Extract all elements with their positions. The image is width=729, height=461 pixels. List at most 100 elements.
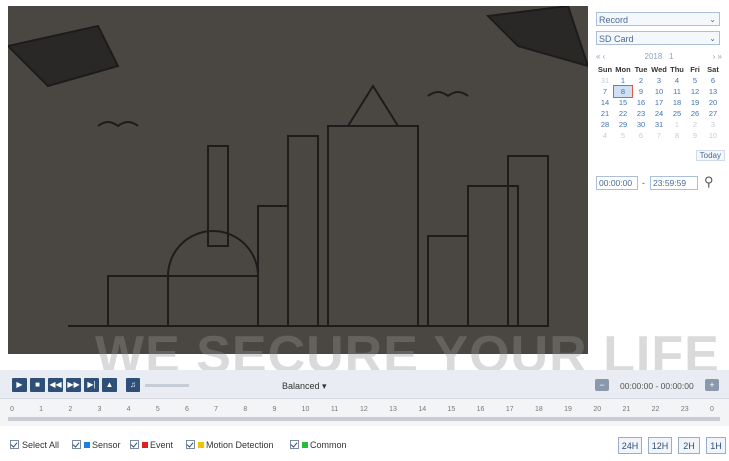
calendar-day[interactable]: 16 bbox=[632, 97, 650, 108]
calendar-day[interactable]: 28 bbox=[596, 119, 614, 130]
calendar-day[interactable]: 23 bbox=[632, 108, 650, 119]
timeline-hour-label: 6 bbox=[185, 406, 189, 413]
zoom-in-button[interactable]: + bbox=[705, 379, 719, 391]
end-time-input[interactable]: 23:59:59 bbox=[650, 176, 698, 190]
stop-button[interactable]: ■ bbox=[30, 378, 45, 392]
event-color-swatch bbox=[142, 442, 148, 448]
calendar-day[interactable]: 8 bbox=[668, 130, 686, 141]
calendar-day[interactable]: 2 bbox=[686, 119, 704, 130]
record-type-value: Record bbox=[599, 15, 629, 25]
timeline-hour-label: 21 bbox=[622, 406, 631, 413]
calendar-day[interactable]: 4 bbox=[668, 75, 686, 86]
calendar-year[interactable]: 2018 bbox=[645, 52, 663, 61]
calendar-weekday: Sat bbox=[707, 65, 719, 74]
calendar-day[interactable]: 12 bbox=[686, 86, 704, 97]
select-all-checkbox[interactable]: Select All bbox=[10, 440, 59, 450]
calendar-day[interactable]: 2 bbox=[632, 75, 650, 86]
video-player[interactable] bbox=[8, 6, 588, 354]
search-sidebar: Record ⌄ SD Card ⌄ « ‹ 2018 1 › » Sun Mon… bbox=[588, 0, 729, 370]
calendar-day[interactable]: 30 bbox=[632, 119, 650, 130]
common-label: Common bbox=[310, 440, 347, 450]
calendar-day[interactable]: 27 bbox=[704, 108, 722, 119]
calendar-weekday: Tue bbox=[634, 65, 648, 74]
timeline-hour-label: 2 bbox=[68, 406, 73, 413]
zoom-out-button[interactable]: − bbox=[595, 379, 609, 391]
timeline-hour-label: 7 bbox=[214, 406, 219, 413]
motion-checkbox[interactable]: Motion Detection bbox=[186, 440, 274, 450]
calendar-day[interactable]: 31 bbox=[596, 75, 614, 86]
calendar-day[interactable]: 7 bbox=[596, 86, 614, 97]
calendar-day[interactable]: 25 bbox=[668, 108, 686, 119]
timeline-hour-label: 9 bbox=[272, 406, 277, 413]
calendar-day[interactable]: 5 bbox=[686, 75, 704, 86]
timeline-hour-label: 11 bbox=[330, 406, 339, 413]
calendar-day[interactable]: 10 bbox=[650, 86, 668, 97]
timeline-hour-label: 14 bbox=[418, 406, 427, 413]
calendar-day[interactable]: 9 bbox=[632, 86, 650, 97]
calendar-day[interactable]: 17 bbox=[650, 97, 668, 108]
calendar-day[interactable]: 26 bbox=[686, 108, 704, 119]
playback-controls: ▶ ■ ◀◀ ▶▶ ▶| ▲ ♫ Balanced ▾ − 00:00:00 -… bbox=[0, 370, 729, 398]
calendar-next-button[interactable]: › » bbox=[713, 52, 722, 64]
calendar-day[interactable]: 22 bbox=[614, 108, 632, 119]
timeline-hour-label: 8 bbox=[243, 406, 248, 413]
calendar-day[interactable]: 20 bbox=[704, 97, 722, 108]
frame-step-button[interactable]: ▶| bbox=[84, 378, 99, 392]
calendar-day[interactable]: 24 bbox=[650, 108, 668, 119]
search-icon[interactable]: ⚲ bbox=[704, 174, 714, 190]
calendar-day[interactable]: 13 bbox=[704, 86, 722, 97]
timeline-hour-label: 20 bbox=[593, 406, 602, 413]
event-checkbox[interactable]: Event bbox=[130, 440, 173, 450]
sensor-label: Sensor bbox=[92, 440, 121, 450]
calendar-day[interactable]: 14 bbox=[596, 97, 614, 108]
start-time-input[interactable]: 00:00:00 bbox=[596, 176, 638, 190]
stream-select[interactable]: Balanced ▾ bbox=[282, 381, 327, 392]
range-2h-button[interactable]: 2H bbox=[678, 437, 700, 454]
city-illustration bbox=[8, 6, 588, 327]
calendar-day[interactable]: 31 bbox=[650, 119, 668, 130]
chevron-down-icon: ⌄ bbox=[709, 34, 716, 43]
calendar-day[interactable]: 4 bbox=[596, 130, 614, 141]
timeline-hour-label: 16 bbox=[476, 406, 485, 413]
chevron-down-icon: ⌄ bbox=[709, 15, 716, 24]
today-button[interactable]: Today bbox=[695, 150, 725, 161]
calendar-day[interactable]: 7 bbox=[650, 130, 668, 141]
calendar-month[interactable]: 1 bbox=[669, 52, 673, 61]
calendar-day[interactable]: 5 bbox=[614, 130, 632, 141]
record-type-select[interactable]: Record ⌄ bbox=[596, 12, 720, 26]
fast-forward-button[interactable]: ▶▶ bbox=[66, 378, 81, 392]
calendar-day[interactable]: 11 bbox=[668, 86, 686, 97]
calendar-day[interactable]: 8 bbox=[613, 85, 633, 98]
calendar-day[interactable]: 9 bbox=[686, 130, 704, 141]
calendar-day[interactable]: 6 bbox=[632, 130, 650, 141]
calendar-weekday: Sun bbox=[597, 65, 613, 74]
backup-icon[interactable]: ▲ bbox=[102, 378, 117, 392]
timeline[interactable]: 0 1 2 3 4 5 6 7 8 9 10 11 12 13 14 15 16 17 18 19 20 21 22 23 0 bbox=[0, 398, 729, 426]
timeline-hour-labels: 0 1 2 3 4 5 6 7 8 9 10 11 12 13 14 15 16 17 18 19 20 21 22 23 0 bbox=[0, 406, 729, 415]
timeline-hour-label: 19 bbox=[564, 406, 572, 413]
calendar-day[interactable]: 18 bbox=[668, 97, 686, 108]
sensor-checkbox[interactable]: Sensor bbox=[72, 440, 121, 450]
calendar-day[interactable]: 3 bbox=[650, 75, 668, 86]
volume-icon[interactable]: ♫ bbox=[126, 378, 140, 392]
rewind-button[interactable]: ◀◀ bbox=[48, 378, 63, 392]
calendar-day[interactable]: 1 bbox=[668, 119, 686, 130]
calendar-day[interactable]: 6 bbox=[704, 75, 722, 86]
play-button[interactable]: ▶ bbox=[12, 378, 27, 392]
range-24h-button[interactable]: 24H bbox=[618, 437, 642, 454]
calendar-day[interactable]: 21 bbox=[596, 108, 614, 119]
calendar-prev-button[interactable]: « ‹ bbox=[596, 52, 605, 64]
storage-select[interactable]: SD Card ⌄ bbox=[596, 31, 720, 45]
calendar-day[interactable]: 1 bbox=[614, 75, 632, 86]
range-12h-button[interactable]: 12H bbox=[648, 437, 672, 454]
volume-slider[interactable] bbox=[145, 384, 189, 387]
checkbox-check-icon bbox=[186, 440, 195, 449]
calendar-day[interactable]: 3 bbox=[704, 119, 722, 130]
calendar-day[interactable]: 29 bbox=[614, 119, 632, 130]
common-checkbox[interactable]: Common bbox=[290, 440, 347, 450]
calendar-day[interactable]: 19 bbox=[686, 97, 704, 108]
timeline-bar[interactable] bbox=[8, 417, 720, 421]
calendar-day[interactable]: 15 bbox=[614, 97, 632, 108]
range-1h-button[interactable]: 1H bbox=[706, 437, 726, 454]
calendar-day[interactable]: 10 bbox=[704, 130, 722, 141]
